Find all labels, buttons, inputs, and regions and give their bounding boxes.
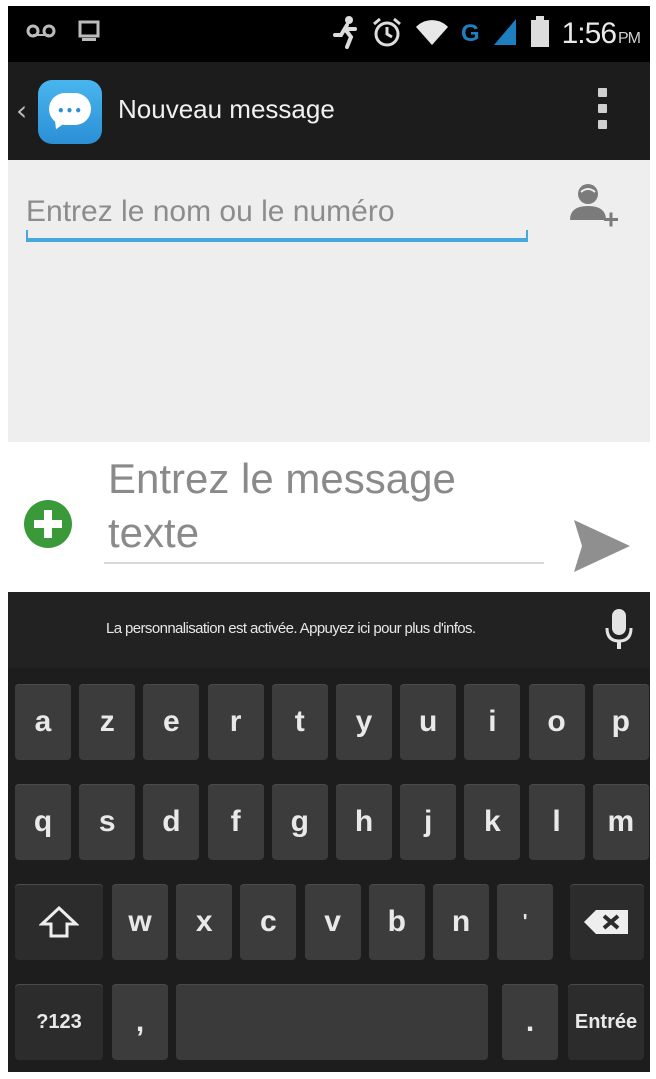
key-u[interactable]: u (400, 684, 457, 760)
key-r[interactable]: r (207, 684, 264, 760)
key-w[interactable]: w (112, 884, 168, 960)
key-m[interactable]: m (592, 784, 649, 860)
key-k[interactable]: k (464, 784, 521, 860)
key-g[interactable]: g (271, 784, 328, 860)
shift-key[interactable] (15, 884, 103, 960)
recipient-input[interactable] (26, 184, 528, 240)
key-b[interactable]: b (368, 884, 425, 960)
add-contact-icon[interactable] (564, 178, 620, 234)
key-a[interactable]: a (15, 684, 71, 760)
shift-icon (39, 905, 79, 938)
message-underline (104, 562, 544, 564)
overflow-menu-icon[interactable] (598, 88, 608, 129)
status-bar-left (26, 20, 100, 46)
running-man-icon (332, 15, 359, 53)
alarm-icon (371, 16, 403, 52)
recipient-area (8, 160, 650, 442)
wifi-icon (415, 17, 449, 51)
message-input[interactable] (108, 452, 558, 562)
signal-icon (492, 17, 518, 51)
backspace-icon (584, 910, 628, 934)
status-bar: G 1:56 PM (8, 6, 650, 62)
microphone-icon[interactable] (604, 608, 634, 652)
key-f[interactable]: f (207, 784, 264, 860)
key-s[interactable]: s (79, 784, 136, 860)
recipient-underline (26, 230, 528, 242)
send-icon (574, 520, 630, 572)
status-bar-right: G 1:56 PM (332, 12, 641, 56)
key-l[interactable]: l (528, 784, 585, 860)
clock: 1:56 PM (561, 17, 641, 50)
space-key[interactable] (176, 984, 488, 1060)
key-o[interactable]: o (528, 684, 585, 760)
key-n[interactable]: n (433, 884, 489, 960)
key-y[interactable]: y (336, 684, 392, 760)
key-i[interactable]: i (464, 684, 521, 760)
voicemail-icon (26, 21, 56, 45)
suggestion-strip[interactable]: La personnalisation est activée. Appuyez… (8, 592, 650, 668)
enter-key[interactable]: Entrée (568, 984, 644, 1060)
backspace-key[interactable] (570, 884, 644, 960)
add-attachment-button[interactable] (24, 500, 72, 548)
key-period[interactable]: . (502, 984, 558, 1060)
key-c[interactable]: c (240, 884, 297, 960)
personalization-notice[interactable]: La personnalisation est activée. Appuyez… (106, 620, 566, 637)
key-h[interactable]: h (336, 784, 392, 860)
key-apostrophe[interactable]: ' (497, 884, 554, 960)
page-title: Nouveau message (118, 94, 335, 124)
key-e[interactable]: e (143, 684, 200, 760)
network-type-label: G (460, 20, 480, 47)
back-chevron-icon[interactable]: ‹ (16, 94, 27, 127)
screenshot-icon (78, 20, 100, 46)
action-bar: ‹ ••• Nouveau message (8, 62, 650, 160)
keyboard: La personnalisation est activée. Appuyez… (8, 592, 650, 1072)
key-comma[interactable]: , (112, 984, 168, 1060)
key-d[interactable]: d (143, 784, 200, 860)
battery-icon (530, 16, 550, 52)
symbols-key[interactable]: ?123 (15, 984, 103, 1060)
send-button[interactable] (572, 516, 632, 576)
messaging-app-icon[interactable]: ••• (38, 80, 102, 144)
key-p[interactable]: p (592, 684, 649, 760)
key-j[interactable]: j (400, 784, 457, 860)
key-t[interactable]: t (271, 684, 328, 760)
key-q[interactable]: q (15, 784, 71, 860)
key-z[interactable]: z (79, 684, 136, 760)
compose-area (8, 442, 650, 592)
key-v[interactable]: v (304, 884, 361, 960)
key-x[interactable]: x (176, 884, 233, 960)
